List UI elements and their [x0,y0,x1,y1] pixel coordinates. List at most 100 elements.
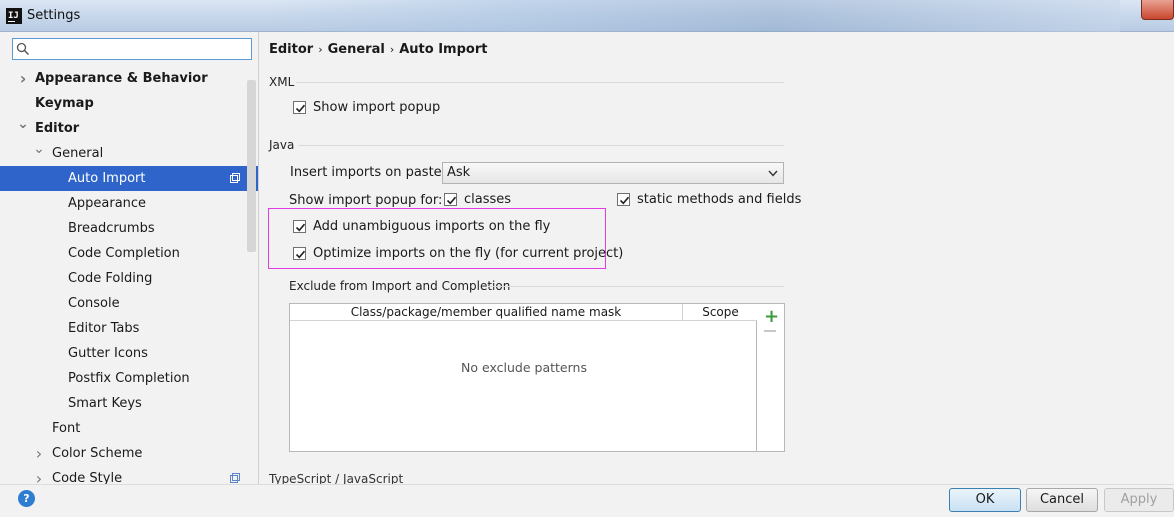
sidebar-item-appearance[interactable]: Appearance [0,191,258,216]
sidebar-item-label: Auto Import [68,171,146,186]
ok-button[interactable]: OK [949,488,1021,512]
chevron-right-icon[interactable]: › [33,466,45,484]
project-scope-icon [230,473,240,483]
help-icon[interactable]: ? [18,490,35,507]
sidebar-item-label: Breadcrumbs [68,221,155,236]
show-import-popup-row[interactable]: Show import popup [293,99,440,117]
add-unambiguous-row[interactable]: Add unambiguous imports on the fly [293,218,550,236]
breadcrumb-general[interactable]: General [328,42,385,57]
sidebar-item-gutter-icons[interactable]: Gutter Icons [0,341,258,366]
exclude-table[interactable]: Class/package/member qualified name mask… [289,303,758,452]
sidebar-item-label: Code Folding [68,271,153,286]
sidebar-item-label: Appearance & Behavior [35,71,208,86]
check-icon [446,196,457,205]
classes-row[interactable]: classes [444,191,511,209]
window-title: Settings [27,8,81,23]
static-methods-label: static methods and fields [637,192,802,207]
insert-imports-label: Insert imports on paste: [290,165,447,180]
settings-content: Editor › General › Auto Import XML Show impo… [260,32,1174,484]
sidebar-item-postfix-completion[interactable]: Postfix Completion [0,366,258,391]
apply-button[interactable]: Apply [1104,488,1174,512]
sidebar-item-label: Code Completion [68,246,180,261]
intellij-icon: IJ [6,8,22,24]
breadcrumb-separator: › [389,43,395,56]
chevron-down-icon [768,170,778,177]
classes-label: classes [464,192,512,207]
exclude-empty-text: No exclude patterns [461,360,587,375]
sidebar-item-code-completion[interactable]: Code Completion [0,241,258,266]
title-bar: IJ Settings [0,0,1174,32]
column-header-mask[interactable]: Class/package/member qualified name mask [290,304,683,321]
add-unambiguous-label: Add unambiguous imports on the fly [313,219,551,234]
sidebar-item-editor-tabs[interactable]: Editor Tabs [0,316,258,341]
sidebar-item-font[interactable]: Font [0,416,258,441]
chevron-right-icon[interactable]: › [33,441,45,466]
sidebar-item-label: Smart Keys [68,396,142,411]
search-input[interactable] [12,38,252,60]
breadcrumb-separator: › [318,43,323,56]
column-header-scope[interactable]: Scope [683,304,758,321]
title-bar-background [260,0,1120,32]
sidebar-item-label: Editor Tabs [68,321,140,336]
check-icon [295,250,306,259]
sidebar-item-console[interactable]: Console [0,291,258,316]
sidebar-item-breadcrumbs[interactable]: Breadcrumbs [0,216,258,241]
exclude-table-toolbar: + [757,303,785,452]
sidebar-item-label: Font [52,421,81,436]
static-methods-row[interactable]: static methods and fields [617,191,801,209]
sidebar-item-smart-keys[interactable]: Smart Keys [0,391,258,416]
show-import-popup-checkbox[interactable] [293,101,306,114]
settings-sidebar: › Appearance & Behavior Keymap ⌄ Editor ⌄ Gene… [0,32,259,484]
check-icon [619,196,630,205]
insert-imports-value: Ask [447,165,471,180]
plus-icon[interactable]: + [764,308,779,326]
sidebar-item-label: Gutter Icons [68,346,148,361]
optimize-imports-checkbox[interactable] [293,247,306,260]
insert-imports-dropdown[interactable]: Ask [442,162,784,184]
check-icon [295,104,306,113]
breadcrumb-auto-import: Auto Import [399,42,488,57]
sidebar-item-label: Postfix Completion [68,371,190,386]
chevron-right-icon[interactable]: › [17,66,29,91]
optimize-imports-label: Optimize imports on the fly (for current… [313,246,624,261]
minus-icon[interactable] [764,330,776,332]
add-unambiguous-checkbox[interactable] [293,220,306,233]
breadcrumb: Editor › General › Auto Import [269,42,487,57]
exclude-section-label: Exclude from Import and Completion [289,279,511,293]
sidebar-item-code-style[interactable]: › Code Style [0,466,258,484]
java-separator [298,145,784,146]
chevron-down-icon[interactable]: ⌄ [33,137,45,162]
typescript-section-label: TypeScript / JavaScript [269,472,404,484]
breadcrumb-editor[interactable]: Editor [269,42,313,57]
sidebar-item-label: Color Scheme [52,446,143,461]
optimize-imports-row[interactable]: Optimize imports on the fly (for current… [293,245,623,263]
sidebar-item-general[interactable]: ⌄ General [0,141,258,166]
sidebar-item-color-scheme[interactable]: › Color Scheme [0,441,258,466]
java-section-label: Java [269,138,295,152]
search-icon [16,42,30,56]
sidebar-item-label: Appearance [68,196,147,211]
sidebar-scrollbar[interactable] [247,80,256,252]
sidebar-item-label: Console [68,296,120,311]
show-popup-for-label: Show import popup for: [289,193,443,208]
exclude-table-header: Class/package/member qualified name mask… [290,304,758,321]
sidebar-item-label: Code Style [52,471,123,484]
check-icon [295,223,306,232]
classes-checkbox[interactable] [444,193,457,206]
chevron-down-icon[interactable]: ⌄ [17,112,29,137]
sidebar-item-code-folding[interactable]: Code Folding [0,266,258,291]
project-scope-icon [230,173,240,183]
dialog-footer: ? OK Cancel Apply [0,484,1174,517]
exclude-separator [488,286,784,287]
sidebar-item-label: Keymap [35,96,94,111]
sidebar-item-keymap[interactable]: Keymap [0,91,258,116]
sidebar-item-appearance-behavior[interactable]: › Appearance & Behavior [0,66,258,91]
show-import-popup-label: Show import popup [313,100,441,115]
window-close-button[interactable] [1141,0,1174,20]
sidebar-item-auto-import[interactable]: Auto Import [0,166,258,191]
sidebar-item-label: General [52,146,104,161]
xml-section-label: XML [269,75,295,89]
cancel-button[interactable]: Cancel [1026,488,1098,512]
static-methods-checkbox[interactable] [617,193,630,206]
xml-separator [296,82,784,83]
